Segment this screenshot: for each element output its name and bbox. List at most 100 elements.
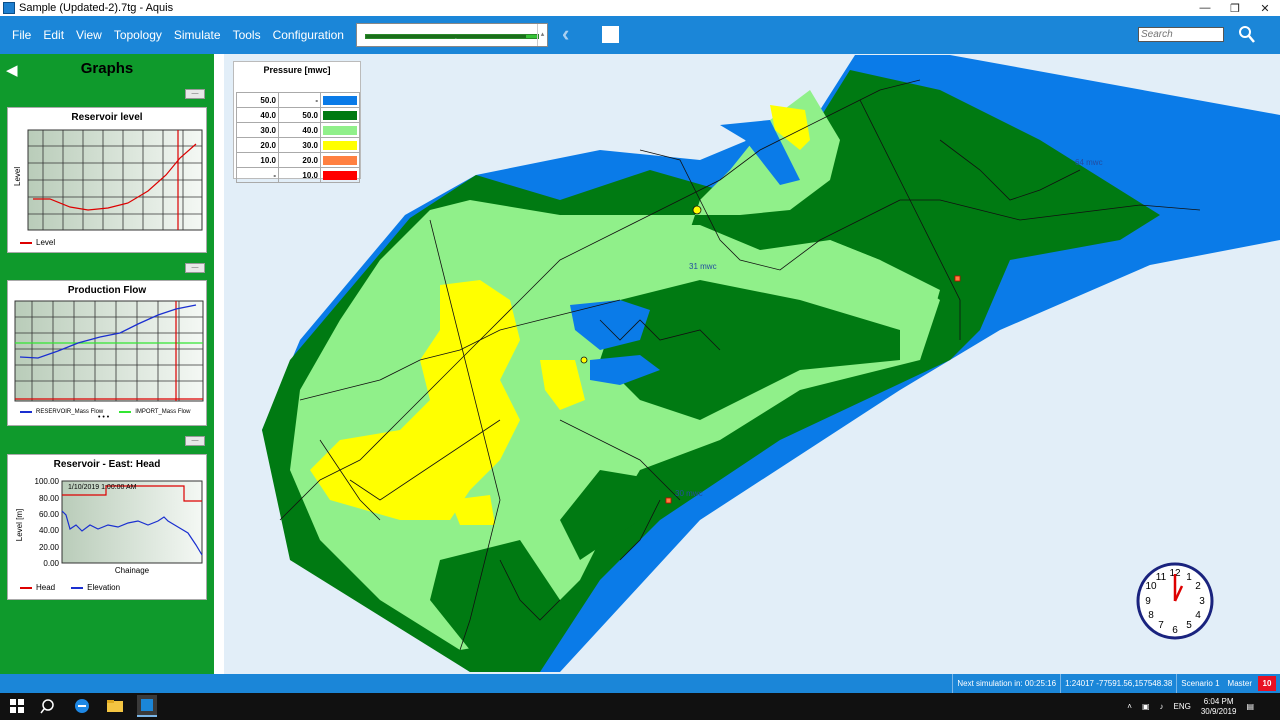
graph-plot: Level: [13, 129, 203, 231]
legend-from: 10.0: [236, 152, 279, 168]
tray-language[interactable]: ENG: [1174, 702, 1191, 711]
window-title: Sample (Updated-2).7tg - Aquis: [19, 2, 174, 14]
menu-tools[interactable]: Tools: [227, 28, 267, 42]
edge-browser-icon[interactable]: [73, 697, 91, 715]
file-explorer-icon[interactable]: [106, 697, 124, 715]
tray-chevron-icon[interactable]: ˄: [1127, 702, 1132, 711]
menu-bar: File Edit View Topology Simulate Tools C…: [0, 16, 1280, 54]
legend-color: [320, 107, 360, 123]
svg-text:8: 8: [1148, 610, 1154, 621]
graphs-sidebar: ◀ Graphs — Reservoir level Level Level —…: [0, 54, 214, 674]
legend-row: -10.0: [236, 167, 360, 183]
svg-text:1: 1: [1186, 572, 1192, 583]
tray-clock[interactable]: 6:04 PM 30/9/2019: [1201, 697, 1237, 717]
stop-button[interactable]: [602, 26, 619, 43]
simulation-clock-icon: 12 12 345 678 91011: [1136, 562, 1214, 640]
legend-label: IMPORT_Mass Flow: [135, 409, 191, 415]
legend-color: [320, 152, 360, 168]
menu-simulate[interactable]: Simulate: [168, 28, 227, 42]
map-label-pressure[interactable]: 30 mwc: [675, 489, 703, 498]
minimize-button[interactable]: —: [1190, 2, 1220, 14]
svg-text:2: 2: [1195, 581, 1201, 592]
legend-to: 50.0: [278, 107, 321, 123]
legend-from: 50.0: [236, 92, 279, 108]
legend-swatch: [20, 411, 32, 413]
menu-configuration[interactable]: Configuration: [267, 28, 350, 42]
graph-plot: 100.00 80.00 60.00 40.00 20.00 0.00 1/10…: [15, 477, 203, 575]
svg-text:4: 4: [1195, 610, 1201, 621]
restore-button[interactable]: ❐: [1220, 2, 1250, 15]
legend-swatch: [119, 411, 132, 413]
svg-text:3: 3: [1199, 596, 1205, 607]
app-icon: [3, 2, 15, 14]
legend-to: 40.0: [278, 122, 321, 138]
legend-label: Elevation: [87, 583, 121, 592]
search-icon[interactable]: [1238, 25, 1256, 45]
ytick: 100.00: [35, 477, 60, 486]
graph-reservoir-east-head: Reservoir - East: Head 100.00 80.00 60.0…: [7, 454, 207, 600]
pressure-legend: Pressure [mwc] 50.0- 40.0 50.0 30.0 40.0 2…: [233, 61, 361, 183]
menu-edit[interactable]: Edit: [37, 28, 70, 42]
menu-view[interactable]: View: [70, 28, 108, 42]
legend-more[interactable]: • • •: [98, 414, 109, 421]
ytick: 40.00: [39, 526, 60, 535]
timeline-scroll-icon[interactable]: ▴: [537, 24, 547, 46]
graph-legend: Head Elevation: [20, 583, 120, 592]
svg-text:9: 9: [1145, 596, 1151, 607]
timeline-current: Tue 01:00: [490, 24, 527, 33]
windows-start-icon[interactable]: [8, 697, 26, 715]
tray-time: 6:04 PM: [1203, 696, 1234, 706]
legend-from: 20.0: [236, 137, 279, 153]
back-arrow-icon[interactable]: ‹: [562, 23, 580, 46]
graph-ylabel: Level: [13, 167, 22, 186]
system-tray: ˄ ▣ ♪ ENG 6:04 PM 30/9/2019 ▤: [1127, 693, 1254, 720]
legend-label: Head: [36, 583, 56, 592]
search-icon[interactable]: [40, 697, 58, 715]
svg-text:11: 11: [1156, 572, 1167, 583]
graph-minimize-button[interactable]: —: [185, 89, 205, 99]
legend-from: 40.0: [236, 107, 279, 123]
map-label-pressure[interactable]: 31 mwc: [689, 262, 717, 271]
menu-file[interactable]: File: [6, 28, 37, 42]
legend-row: 50.0-: [236, 92, 360, 108]
map-label-pressure[interactable]: 64 mwc: [1075, 158, 1103, 167]
legend-swatch: [20, 586, 32, 589]
legend-to: 10.0: [278, 167, 321, 183]
legend-row: 40.0 50.0: [236, 107, 360, 123]
legend-swatch: [71, 586, 84, 589]
aquis-app-icon[interactable]: [137, 695, 157, 717]
graph-annotation: 1/10/2019 1:00:00 AM: [68, 484, 137, 491]
ytick: 0.00: [43, 559, 59, 568]
graph-plot: [14, 300, 204, 402]
legend-color: [320, 137, 360, 153]
close-button[interactable]: ✕: [1250, 2, 1280, 15]
pressure-contour-map[interactable]: [224, 54, 1280, 674]
legend-to: 30.0: [278, 137, 321, 153]
legend-from: -: [236, 167, 279, 183]
graph-minimize-button[interactable]: —: [185, 436, 205, 446]
legend-from: 30.0: [236, 122, 279, 138]
legend-row: 10.0 20.0: [236, 152, 360, 168]
tray-network-icon[interactable]: ▣: [1142, 702, 1150, 711]
svg-text:5: 5: [1186, 620, 1192, 631]
status-bar: Next simulation in: 00:25:16 1:24017 -77…: [0, 674, 1280, 693]
graph-reservoir-level: Reservoir level Level Level: [7, 107, 207, 253]
timeline-slider[interactable]: Tue 01:00 Mon 17:09 Scenario 1 Tue 02:00…: [356, 23, 548, 47]
legend-row: 20.0 30.0: [236, 137, 360, 153]
graph-minimize-button[interactable]: —: [185, 263, 205, 273]
legend-color: [320, 92, 360, 108]
ytick: 80.00: [39, 494, 60, 503]
search-input[interactable]: [1138, 27, 1224, 42]
tray-date: 30/9/2019: [1200, 706, 1237, 716]
legend-swatch: [20, 241, 32, 244]
tray-volume-icon[interactable]: ♪: [1160, 702, 1164, 711]
svg-text:6: 6: [1172, 625, 1178, 636]
status-badge[interactable]: 10: [1258, 676, 1276, 691]
menu-topology[interactable]: Topology: [108, 28, 168, 42]
ytick: 60.00: [39, 510, 60, 519]
graph-legend: Level: [20, 238, 55, 247]
network-map[interactable]: 64 mwc 31 mwc 30 mwc 12 1 2 345 678 9 10 11: [224, 54, 1280, 674]
graph-production-flow: Production Flow RESERVOIR_Mass Flow IMPO…: [7, 280, 207, 426]
timeline-start: Mon 17:09: [359, 39, 393, 46]
notification-icon[interactable]: ▤: [1246, 702, 1254, 711]
